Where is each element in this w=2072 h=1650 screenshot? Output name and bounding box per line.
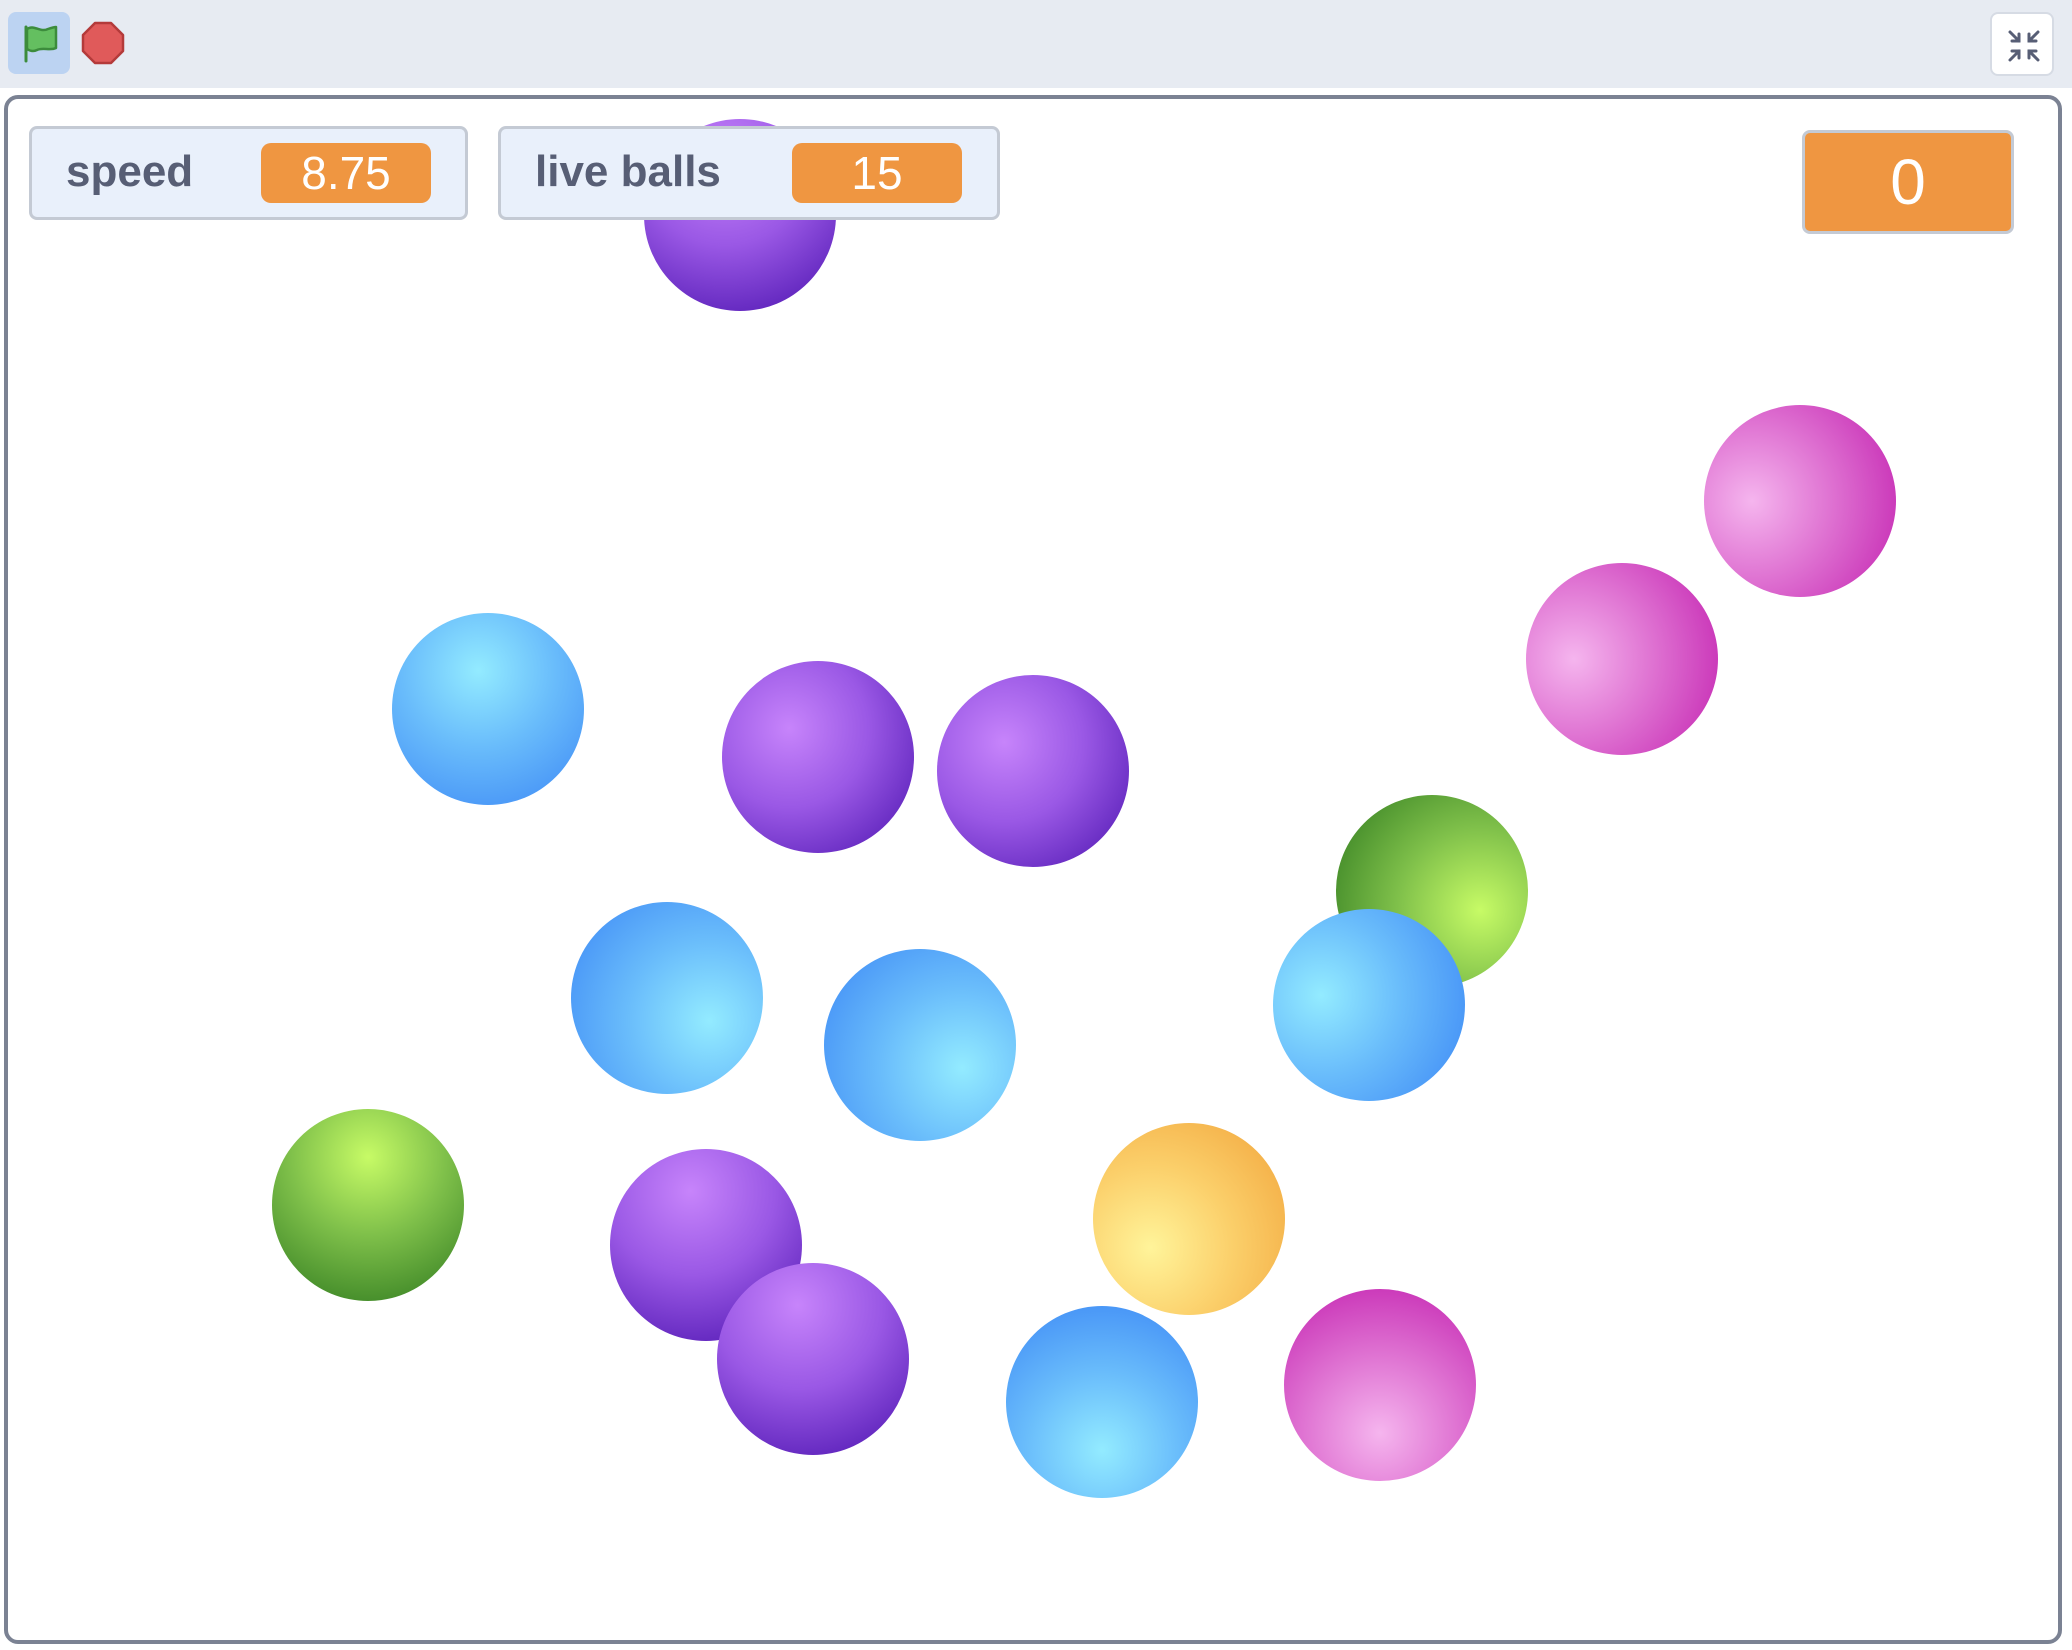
ball-pink[interactable] [1526, 563, 1718, 755]
ball-pink[interactable] [1284, 1289, 1476, 1481]
speed-monitor-label: speed [66, 147, 194, 196]
ball-purple[interactable] [722, 661, 914, 853]
score-monitor[interactable]: 0 [1802, 130, 2014, 234]
live-balls-monitor-label: live balls [535, 147, 721, 196]
ball-blue[interactable] [1273, 909, 1465, 1101]
ball-yellow[interactable] [1093, 1123, 1285, 1315]
game-stage[interactable] [4, 95, 2062, 1644]
ball-blue[interactable] [392, 613, 584, 805]
ball-blue[interactable] [1006, 1306, 1198, 1498]
ball-pink[interactable] [1704, 405, 1896, 597]
ball-purple[interactable] [937, 675, 1129, 867]
green-flag-button[interactable] [8, 12, 70, 74]
exit-fullscreen-icon [2008, 30, 2040, 62]
ball-blue[interactable] [824, 949, 1016, 1141]
live-balls-monitor-value: 15 [792, 143, 962, 203]
speed-monitor[interactable]: speed 8.75 [29, 126, 468, 220]
ball-green[interactable] [272, 1109, 464, 1301]
green-flag-icon [24, 25, 58, 63]
ball-purple[interactable] [717, 1263, 909, 1455]
stage-toolbar [0, 0, 2072, 88]
stop-sign-icon [81, 21, 125, 65]
stop-button[interactable] [80, 20, 126, 66]
ball-blue[interactable] [571, 902, 763, 1094]
speed-monitor-value: 8.75 [261, 143, 431, 203]
live-balls-monitor[interactable]: live balls 15 [498, 126, 1000, 220]
exit-fullscreen-button[interactable] [1990, 12, 2054, 76]
